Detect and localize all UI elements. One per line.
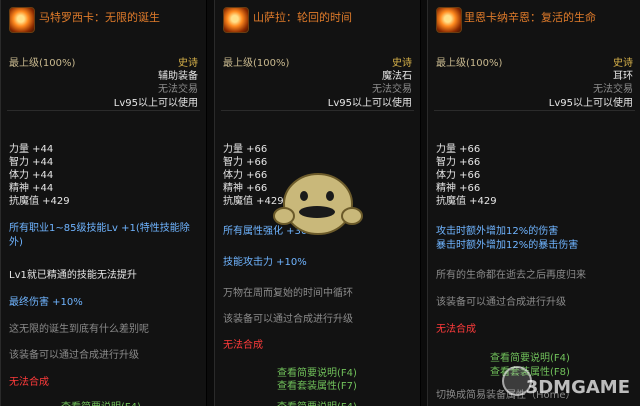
effect-line: 所有职业1~85级技能Lv +1(特性技能除外): [9, 223, 190, 248]
watermark: 3DMGAME: [525, 377, 630, 398]
item-level-req: Lv95以上可以使用: [327, 98, 412, 109]
tooltip-header: 里恩卡纳辛恩：复活的生命: [428, 0, 640, 40]
item-icon: [9, 7, 35, 33]
effect-line: 无法合成: [223, 340, 263, 351]
item-trade: 无法交易: [372, 84, 412, 95]
item-level-req: Lv95以上可以使用: [548, 98, 633, 109]
effect-line: 技能攻击力 +10%: [223, 257, 307, 268]
divider: [434, 110, 635, 111]
shortcut-hint[interactable]: 查看简要说明(F4): [277, 398, 357, 406]
item-tooltip-1: 马特罗西卡：无限的诞生 最上级(100%) 史诗 辅助装备 无法交易 Lv95以…: [0, 0, 207, 406]
effect-line: 这无限的诞生到底有什么差别呢: [9, 324, 149, 335]
item-title: 里恩卡纳辛恩：复活的生命: [464, 11, 596, 24]
effect-line: 所有的生命都在逝去之后再度归来: [436, 270, 586, 281]
item-grade: 最上级(100%): [223, 58, 290, 69]
effect-line: 暴击时额外增加12%的暴击伤害: [436, 240, 579, 251]
divider: [7, 110, 200, 111]
effect-line: 该装备可以通过合成进行升级: [9, 350, 139, 361]
stat-line: 抗魔值 +429: [436, 196, 497, 207]
shortcut-hint[interactable]: 查看简要说明(F4): [61, 398, 141, 406]
item-title: 山萨拉：轮回的时间: [253, 11, 352, 24]
item-level-req: Lv95以上可以使用: [113, 98, 198, 109]
divider: [221, 110, 414, 111]
stat-line: 抗魔值 +429: [9, 196, 70, 207]
effect-line: 该装备可以通过合成进行升级: [436, 297, 566, 308]
effect-line: Lv1就已精通的技能无法提升: [9, 270, 137, 281]
item-trade: 无法交易: [593, 84, 633, 95]
effect-line: 最终伤害 +10%: [9, 297, 83, 308]
tooltip-header: 山萨拉：轮回的时间: [215, 0, 420, 40]
tooltip-header: 马特罗西卡：无限的诞生: [1, 0, 206, 40]
item-tooltip-3: 里恩卡纳辛恩：复活的生命 最上级(100%) 史诗 耳环 无法交易 Lv95以上…: [427, 0, 640, 406]
item-grade: 最上级(100%): [436, 58, 503, 69]
effect-line: 无法合成: [9, 377, 49, 388]
mascot-illustration: [273, 173, 363, 235]
effect-line: 攻击时额外增加12%的伤害: [436, 226, 559, 237]
item-title: 马特罗西卡：无限的诞生: [39, 11, 160, 24]
effect-line: 该装备可以通过合成进行升级: [223, 314, 353, 325]
shortcut-hint[interactable]: 查看套装属性(F7): [277, 377, 357, 392]
item-icon: [223, 7, 249, 33]
item-grade: 最上级(100%): [9, 58, 76, 69]
effect-line: 万物在周而复始的时间中循环: [223, 288, 353, 299]
shortcut-hint[interactable]: 查看简要说明(F4): [490, 349, 570, 364]
item-icon: [436, 7, 462, 33]
effect-line: 无法合成: [436, 324, 476, 335]
item-trade: 无法交易: [158, 84, 198, 95]
